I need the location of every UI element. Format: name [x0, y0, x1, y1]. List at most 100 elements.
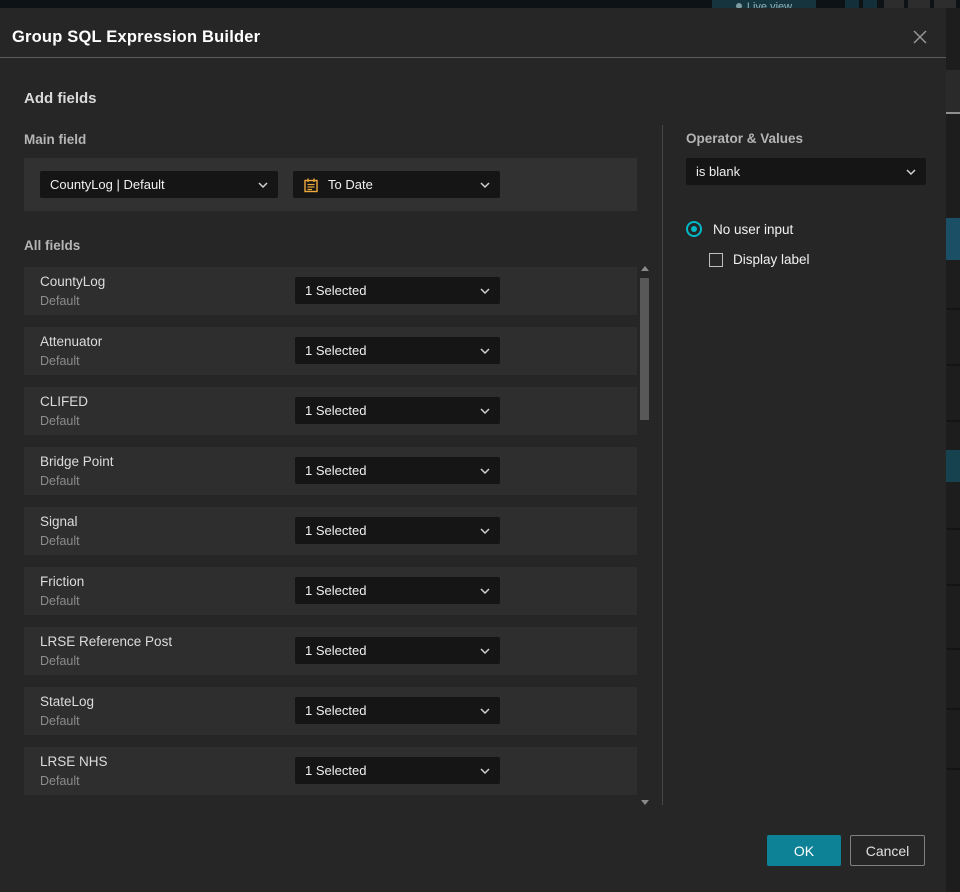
field-selection-dropdown[interactable]: 1 Selected	[295, 517, 500, 544]
field-name: CountyLog	[40, 274, 106, 289]
ok-button[interactable]: OK	[767, 835, 841, 866]
field-row: CountyLog Default 1 Selected	[24, 267, 637, 315]
chevron-down-icon	[480, 707, 490, 714]
field-name: Friction	[40, 574, 85, 589]
field-selection-dropdown[interactable]: 1 Selected	[295, 457, 500, 484]
operator-dropdown-value: is blank	[696, 164, 741, 179]
fields-scrollbar[interactable]	[640, 262, 650, 812]
field-selection-value: 1 Selected	[305, 583, 367, 598]
chevron-down-icon	[480, 587, 490, 594]
field-name: Attenuator	[40, 334, 103, 349]
chevron-down-icon	[480, 767, 490, 774]
field-selection-value: 1 Selected	[305, 403, 367, 418]
main-field-dropdown[interactable]: CountyLog | Default	[40, 171, 278, 198]
field-selection-dropdown[interactable]: 1 Selected	[295, 397, 500, 424]
background-app-right-strip	[946, 8, 960, 892]
background-panel-block	[908, 0, 930, 8]
background-panel-block	[946, 70, 960, 112]
field-selection-value: 1 Selected	[305, 703, 367, 718]
field-sublabel: Default	[40, 294, 80, 308]
field-selection-value: 1 Selected	[305, 523, 367, 538]
chevron-down-icon	[480, 347, 490, 354]
field-row: StateLog Default 1 Selected	[24, 687, 637, 735]
field-name: Bridge Point	[40, 454, 114, 469]
field-row: LRSE Reference Post Default 1 Selected	[24, 627, 637, 675]
field-selection-value: 1 Selected	[305, 283, 367, 298]
field-selection-dropdown[interactable]: 1 Selected	[295, 637, 500, 664]
chevron-down-icon	[480, 467, 490, 474]
field-selection-dropdown[interactable]: 1 Selected	[295, 277, 500, 304]
background-row-separator	[946, 420, 960, 422]
background-row-separator	[946, 708, 960, 710]
background-panel-block	[884, 0, 904, 8]
background-panel-block	[863, 0, 877, 8]
field-selection-value: 1 Selected	[305, 343, 367, 358]
dialog-title: Group SQL Expression Builder	[12, 28, 261, 46]
main-field-dropdown-value: CountyLog | Default	[50, 177, 165, 192]
live-view-button[interactable]: Live view	[712, 0, 816, 8]
no-user-input-radio[interactable]: No user input	[686, 221, 793, 237]
background-panel-block	[934, 0, 956, 8]
calendar-icon	[304, 178, 318, 192]
cancel-button[interactable]: Cancel	[850, 835, 925, 866]
close-icon[interactable]	[908, 26, 932, 50]
field-selection-dropdown[interactable]: 1 Selected	[295, 337, 500, 364]
field-name: Signal	[40, 514, 78, 529]
field-selection-dropdown[interactable]: 1 Selected	[295, 577, 500, 604]
field-name: LRSE NHS	[40, 754, 108, 769]
close-x-glyph	[913, 30, 927, 43]
field-sublabel: Default	[40, 774, 80, 788]
field-selection-value: 1 Selected	[305, 463, 367, 478]
date-field-dropdown[interactable]: To Date	[293, 171, 500, 198]
field-name: StateLog	[40, 694, 95, 709]
operator-dropdown[interactable]: is blank	[686, 158, 926, 185]
field-sublabel: Default	[40, 354, 80, 368]
no-user-input-label: No user input	[713, 221, 794, 237]
group-sql-expression-builder-dialog: Group SQL Expression Builder Add fields …	[0, 8, 946, 892]
display-label-checkbox[interactable]: Display label	[709, 252, 810, 267]
chevron-down-icon	[480, 407, 490, 414]
background-row-separator	[946, 768, 960, 770]
date-field-dropdown-value: To Date	[328, 177, 373, 192]
main-field-container: CountyLog | Default To Date	[24, 158, 637, 211]
background-selected-row	[946, 218, 960, 260]
display-label-text: Display label	[733, 252, 810, 267]
field-row: LRSE NHS Default 1 Selected	[24, 747, 637, 795]
field-name: CLIFED	[40, 394, 89, 409]
field-row: CLIFED Default 1 Selected	[24, 387, 637, 435]
scrollbar-thumb[interactable]	[640, 278, 649, 420]
background-row-separator	[946, 528, 960, 530]
background-panel-divider	[946, 112, 960, 114]
field-row: Bridge Point Default 1 Selected	[24, 447, 637, 495]
chevron-down-icon	[480, 527, 490, 534]
field-sublabel: Default	[40, 534, 80, 548]
field-row: Friction Default 1 Selected	[24, 567, 637, 615]
field-selection-value: 1 Selected	[305, 643, 367, 658]
field-row: Signal Default 1 Selected	[24, 507, 637, 555]
add-fields-heading: Add fields	[24, 90, 97, 107]
main-field-label: Main field	[24, 132, 87, 147]
chevron-down-icon	[480, 287, 490, 294]
screen: Live view Group SQL Expression Builder A…	[0, 0, 960, 892]
background-row-separator	[946, 308, 960, 310]
field-selection-dropdown[interactable]: 1 Selected	[295, 697, 500, 724]
field-selection-dropdown[interactable]: 1 Selected	[295, 757, 500, 784]
field-sublabel: Default	[40, 594, 80, 608]
checkbox-unchecked-icon	[709, 252, 723, 267]
background-panel-block	[845, 0, 859, 8]
scrollbar-down-icon[interactable]	[641, 800, 649, 805]
header-divider	[0, 57, 946, 58]
field-selection-value: 1 Selected	[305, 763, 367, 778]
field-sublabel: Default	[40, 474, 80, 488]
field-sublabel: Default	[40, 654, 80, 668]
column-divider	[662, 125, 663, 805]
all-fields-label: All fields	[24, 238, 81, 253]
radio-selected-icon	[686, 221, 702, 237]
background-row-separator	[946, 648, 960, 650]
chevron-down-icon	[480, 647, 490, 654]
live-view-label: Live view	[746, 1, 793, 8]
background-selected-row	[946, 450, 960, 482]
operator-values-label: Operator & Values	[686, 131, 804, 146]
field-sublabel: Default	[40, 414, 80, 428]
scrollbar-up-icon[interactable]	[641, 266, 649, 271]
